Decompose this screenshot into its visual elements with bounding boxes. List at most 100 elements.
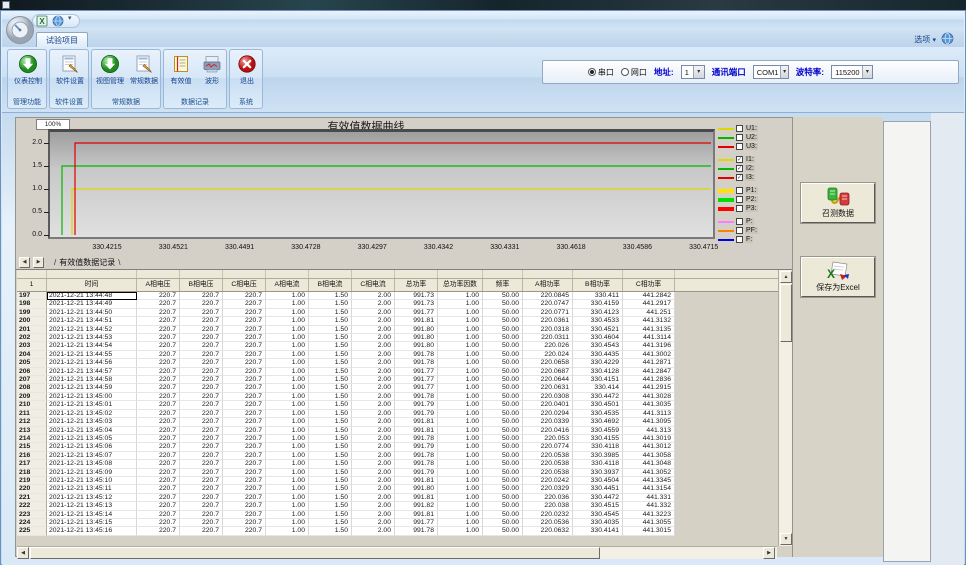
table-cell[interactable]: 220.7 — [137, 401, 180, 409]
table-cell[interactable]: 1.00 — [266, 494, 309, 502]
table-cell[interactable]: 220.7 — [180, 519, 223, 527]
table-cell[interactable]: 1.00 — [438, 334, 483, 342]
table-cell[interactable]: 2.00 — [352, 401, 395, 409]
exit-button[interactable]: 退出 — [230, 53, 264, 97]
table-cell[interactable]: 220.0632 — [523, 527, 573, 535]
waveform-button[interactable]: 波形 — [195, 53, 229, 97]
legend-checkbox[interactable] — [736, 187, 743, 194]
table-cell[interactable]: 203 — [17, 342, 47, 350]
table-cell[interactable]: 50.00 — [483, 460, 523, 468]
table-cell[interactable]: 220.7 — [180, 452, 223, 460]
table-cell[interactable]: 1.00 — [266, 418, 309, 426]
table-cell[interactable]: 220.7 — [137, 351, 180, 359]
table-cell[interactable]: 330.4472 — [573, 393, 623, 401]
table-cell[interactable]: 220.7 — [180, 309, 223, 317]
table-cell[interactable]: 220.7 — [180, 351, 223, 359]
table-cell[interactable]: 50.00 — [483, 427, 523, 435]
table-cell[interactable]: 220.7 — [180, 485, 223, 493]
table-cell[interactable]: 2021-12-21 13:45:04 — [47, 427, 137, 435]
table-cell[interactable]: 215 — [17, 443, 47, 451]
table-cell[interactable]: 50.00 — [483, 334, 523, 342]
rms-value-button[interactable]: 有效值 — [164, 53, 198, 97]
table-cell[interactable]: 220.7 — [223, 334, 266, 342]
table-cell[interactable]: 207 — [17, 376, 47, 384]
grid-header-cell[interactable]: B相电流 — [309, 279, 352, 291]
table-cell[interactable]: 2021-12-21 13:44:54 — [47, 342, 137, 350]
table-cell[interactable]: 2.00 — [352, 334, 395, 342]
table-cell[interactable]: 1.00 — [266, 309, 309, 317]
table-cell[interactable]: 220.0538 — [523, 469, 573, 477]
table-cell[interactable]: 2.00 — [352, 460, 395, 468]
table-cell[interactable]: 441.3095 — [623, 418, 675, 426]
table-cell[interactable]: 2.00 — [352, 519, 395, 527]
table-cell[interactable]: 2021-12-21 13:45:10 — [47, 477, 137, 485]
table-cell[interactable]: 208 — [17, 384, 47, 392]
table-cell[interactable]: 1.00 — [266, 427, 309, 435]
table-cell[interactable]: 220.0329 — [523, 485, 573, 493]
table-cell[interactable]: 2021-12-21 13:45:15 — [47, 519, 137, 527]
table-cell[interactable]: 2.00 — [352, 376, 395, 384]
table-cell[interactable]: 441.3223 — [623, 511, 675, 519]
table-cell[interactable]: 330.4155 — [573, 435, 623, 443]
table-cell[interactable]: 1.50 — [309, 393, 352, 401]
table-cell[interactable]: 991.79 — [395, 410, 438, 418]
table-cell[interactable]: 2.00 — [352, 418, 395, 426]
table-cell[interactable]: 220.7 — [180, 477, 223, 485]
table-cell[interactable]: 212 — [17, 418, 47, 426]
table-cell[interactable]: 220.7 — [223, 368, 266, 376]
grid-header-cell[interactable]: B相电压 — [180, 279, 223, 291]
legend-checkbox[interactable] — [736, 205, 743, 212]
table-cell[interactable]: 220.038 — [523, 502, 573, 510]
table-cell[interactable]: 2.00 — [352, 342, 395, 350]
table-cell[interactable]: 220.024 — [523, 351, 573, 359]
table-cell[interactable]: 441.3012 — [623, 443, 675, 451]
table-cell[interactable]: 220.7 — [137, 368, 180, 376]
table-cell[interactable]: 2021-12-21 13:44:49 — [47, 300, 137, 308]
table-cell[interactable]: 2021-12-21 13:45:01 — [47, 401, 137, 409]
table-cell[interactable]: 1.00 — [438, 292, 483, 300]
table-cell[interactable]: 991.78 — [395, 435, 438, 443]
table-cell[interactable]: 441.2915 — [623, 384, 675, 392]
table-cell[interactable]: 1.50 — [309, 469, 352, 477]
table-cell[interactable]: 2021-12-21 13:45:07 — [47, 452, 137, 460]
table-cell[interactable]: 220.7 — [223, 494, 266, 502]
table-cell[interactable]: 991.81 — [395, 427, 438, 435]
table-cell[interactable]: 220.7 — [180, 410, 223, 418]
table-cell[interactable]: 330.4141 — [573, 527, 623, 535]
table-cell[interactable]: 330.4535 — [573, 410, 623, 418]
table-cell[interactable]: 220.0401 — [523, 401, 573, 409]
table-cell[interactable]: 220.0845 — [523, 292, 573, 300]
scroll-down-icon[interactable]: ▼ — [780, 533, 792, 545]
save-to-excel-button[interactable]: X 保存为Excel — [801, 257, 875, 297]
table-cell[interactable]: 1.00 — [266, 351, 309, 359]
table-cell[interactable]: 2.00 — [352, 427, 395, 435]
table-cell[interactable]: 220.7 — [137, 317, 180, 325]
table-cell[interactable]: 2021-12-21 13:45:11 — [47, 485, 137, 493]
table-cell[interactable]: 1.00 — [438, 376, 483, 384]
table-cell[interactable]: 220.7 — [223, 469, 266, 477]
table-cell[interactable]: 220.7 — [180, 494, 223, 502]
grid-header-cell[interactable]: C相功率 — [623, 279, 675, 291]
table-cell[interactable]: 1.00 — [438, 511, 483, 519]
table-cell[interactable]: 50.00 — [483, 384, 523, 392]
grid-header-cell[interactable]: 总功率 — [395, 279, 438, 291]
app-menu-orb-button[interactable] — [5, 15, 35, 45]
table-cell[interactable]: 220.0774 — [523, 443, 573, 451]
table-cell[interactable]: 441.2842 — [623, 292, 675, 300]
table-cell[interactable]: 1.50 — [309, 494, 352, 502]
table-cell[interactable]: 441.3132 — [623, 317, 675, 325]
table-cell[interactable]: 2.00 — [352, 384, 395, 392]
table-cell[interactable]: 441.3002 — [623, 351, 675, 359]
table-cell[interactable]: 2021-12-21 13:45:02 — [47, 410, 137, 418]
table-cell[interactable]: 991.73 — [395, 292, 438, 300]
vertical-scrollbar[interactable]: ▲ ▼ — [778, 270, 792, 546]
table-cell[interactable]: 216 — [17, 452, 47, 460]
table-cell[interactable]: 220.036 — [523, 494, 573, 502]
table-cell[interactable]: 991.79 — [395, 443, 438, 451]
table-cell[interactable]: 220.7 — [180, 469, 223, 477]
table-cell[interactable]: 991.78 — [395, 452, 438, 460]
table-cell[interactable]: 441.3015 — [623, 527, 675, 535]
table-cell[interactable]: 2.00 — [352, 300, 395, 308]
table-cell[interactable]: 220.7 — [223, 435, 266, 443]
table-cell[interactable]: 1.50 — [309, 384, 352, 392]
